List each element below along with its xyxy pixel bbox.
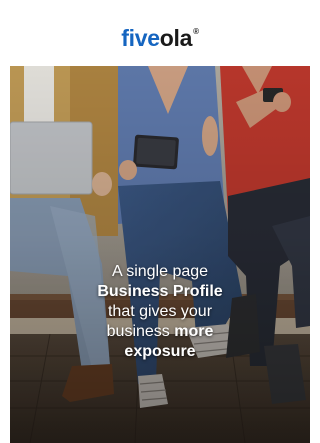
tagline-line-2: Business Profile: [10, 282, 310, 302]
tagline-line-3: that gives your: [107, 303, 213, 320]
logo-five: five: [121, 24, 160, 51]
tagline-business-profile: Business Profile: [97, 283, 223, 300]
tagline-business: business: [106, 323, 175, 340]
tagline-line-4: business more: [10, 322, 310, 342]
tagline-exposure: exposure: [124, 343, 196, 360]
tagline-more: more: [174, 323, 214, 340]
tagline-line-5: exposure: [10, 342, 310, 362]
header: five ola ®: [10, 10, 310, 66]
registered-mark: ®: [193, 26, 199, 36]
hero-photo-illustration: [10, 66, 310, 443]
logo-ola: ola: [159, 24, 193, 51]
page-frame: five ola ® A single page Business Profil…: [10, 10, 310, 443]
fiveola-logo[interactable]: five ola ®: [121, 24, 199, 51]
hero-image: A single page Business Profile that give…: [10, 66, 310, 443]
hero-tagline: A single page Business Profile that give…: [10, 262, 310, 362]
tagline-line-1: A single page: [111, 263, 209, 280]
